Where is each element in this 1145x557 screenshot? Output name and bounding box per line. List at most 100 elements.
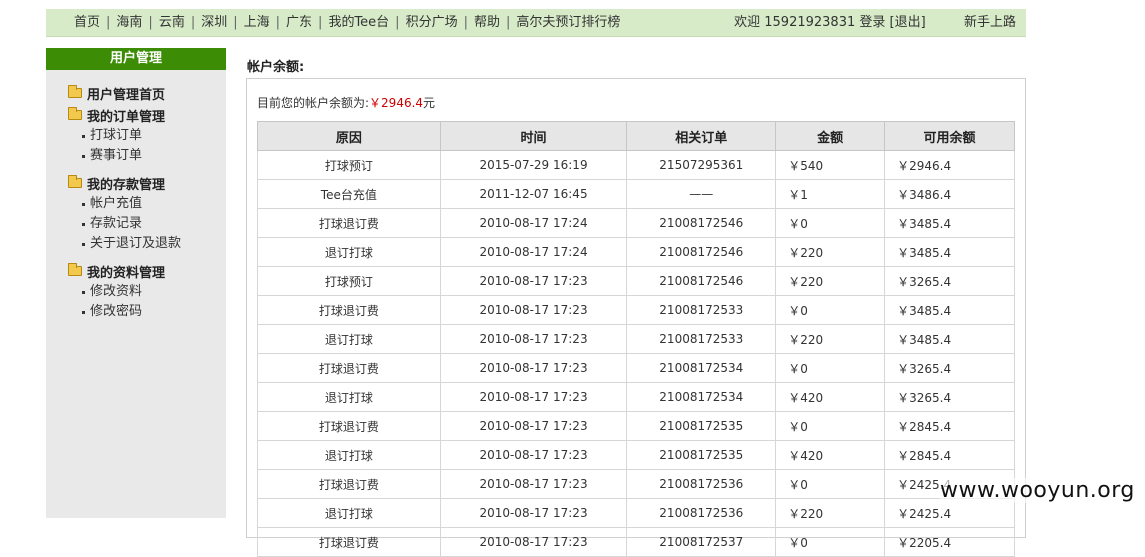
table-row: 打球退订费 2010-08-17 17:24 21008172546 ￥0 ￥3485.… xyxy=(257,208,1015,238)
cell-reason: 打球退订费 xyxy=(257,295,441,325)
sidebar-title: 用户管理 xyxy=(46,48,226,70)
cell-available: ￥2205.4 xyxy=(884,527,1015,557)
sidebar-item-profile[interactable]: 我的资料管理 xyxy=(68,260,226,282)
folder-icon xyxy=(68,107,82,120)
nav-yunnan[interactable]: 云南 xyxy=(159,15,185,30)
cell-time: 2010-08-17 17:24 xyxy=(439,208,628,238)
cell-order: 21008172546 xyxy=(626,237,777,267)
table-row: 打球退订费 2010-08-17 17:23 21008172535 ￥0 ￥2845.… xyxy=(257,411,1015,441)
cell-reason: 退订打球 xyxy=(257,324,441,354)
sidebar-group-profile: 我的资料管理 修改资料 修改密码 xyxy=(68,260,226,322)
cell-reason: 退订打球 xyxy=(257,440,441,470)
sidebar-item-recharge[interactable]: 帐户充值 xyxy=(68,194,226,214)
table-row: 退订打球 2010-08-17 17:23 21008172535 ￥420 ￥2845… xyxy=(257,440,1015,470)
nav-golf-ranking[interactable]: 高尔夫预订排行榜 xyxy=(516,15,620,30)
cell-order: 21008172534 xyxy=(626,382,777,412)
table-row: 退订打球 2010-08-17 17:23 21008172534 ￥420 ￥3265… xyxy=(257,382,1015,412)
table-row: 打球退订费 2010-08-17 17:23 21008172536 ￥0 ￥2425.… xyxy=(257,469,1015,499)
cell-order: 21008172546 xyxy=(626,208,777,238)
cell-time: 2010-08-17 17:23 xyxy=(439,382,628,412)
column-header-order: 相关订单 xyxy=(626,121,777,151)
table-row: 打球退订费 2010-08-17 17:23 21008172534 ￥0 ￥3265.… xyxy=(257,353,1015,383)
cell-amount: ￥0 xyxy=(775,295,886,325)
logout-link[interactable]: [退出] xyxy=(890,15,926,30)
cell-amount: ￥220 xyxy=(775,266,886,296)
newbie-guide-link[interactable]: 新手上路 xyxy=(964,15,1016,30)
cell-reason: Tee台充值 xyxy=(257,179,441,209)
table-row: 打球预订 2015-07-29 16:19 21507295361 ￥540 ￥2946… xyxy=(257,150,1015,180)
table-row: 打球预订 2010-08-17 17:23 21008172546 ￥220 ￥3265… xyxy=(257,266,1015,296)
sidebar-item-event-orders[interactable]: 赛事订单 xyxy=(68,146,226,166)
column-header-reason: 原因 xyxy=(257,121,441,151)
sidebar-item-refund-info[interactable]: 关于退订及退款 xyxy=(68,234,226,254)
sidebar-item-edit-profile[interactable]: 修改资料 xyxy=(68,282,226,302)
balance-summary: 目前您的帐户余额为:￥2946.4元 xyxy=(257,94,435,111)
cell-reason: 退订打球 xyxy=(257,382,441,412)
table-row: Tee台充值 2011-12-07 16:45 —— ￥1 ￥3486.4 xyxy=(257,179,1015,209)
sidebar-item-user-home[interactable]: 用户管理首页 xyxy=(68,82,226,104)
cell-reason: 打球退订费 xyxy=(257,208,441,238)
column-header-amount: 金额 xyxy=(775,121,886,151)
cell-amount: ￥0 xyxy=(775,208,886,238)
table-row: 退订打球 2010-08-17 17:24 21008172546 ￥220 ￥3485… xyxy=(257,237,1015,267)
sidebar-item-change-password[interactable]: 修改密码 xyxy=(68,302,226,322)
cell-available: ￥3485.4 xyxy=(884,324,1015,354)
cell-available: ￥3265.4 xyxy=(884,266,1015,296)
nav-my-tee[interactable]: 我的Tee台 xyxy=(328,15,389,30)
cell-reason: 打球预订 xyxy=(257,266,441,296)
cell-time: 2010-08-17 17:23 xyxy=(439,295,628,325)
nav-shanghai[interactable]: 上海 xyxy=(244,15,270,30)
balance-unit: 元 xyxy=(423,96,436,110)
balance-records-table: 原因 时间 相关订单 金额 可用余额 打球预订 2015-07-29 16:19 2… xyxy=(257,121,1015,557)
page-title: 帐户余额: xyxy=(247,60,305,75)
cell-time: 2010-08-17 17:23 xyxy=(439,469,628,499)
sidebar-item-deposit-records[interactable]: 存款记录 xyxy=(68,214,226,234)
cell-amount: ￥0 xyxy=(775,353,886,383)
cell-available: ￥3485.4 xyxy=(884,295,1015,325)
cell-time: 2010-08-17 17:23 xyxy=(439,353,628,383)
nav-guangdong[interactable]: 广东 xyxy=(286,15,312,30)
balance-prefix: 目前您的帐户余额为: xyxy=(257,96,370,110)
cell-order: 21008172536 xyxy=(626,469,777,499)
login-link[interactable]: 登录 xyxy=(859,15,885,30)
cell-reason: 打球预订 xyxy=(257,150,441,180)
nav-home[interactable]: 首页 xyxy=(74,15,100,30)
table-body: 打球预订 2015-07-29 16:19 21507295361 ￥540 ￥2946… xyxy=(257,150,1015,557)
cell-amount: ￥540 xyxy=(775,150,886,180)
cell-order: 21008172535 xyxy=(626,440,777,470)
nav-points-plaza[interactable]: 积分广场 xyxy=(406,15,458,30)
cell-order: 21008172536 xyxy=(626,498,777,528)
folder-icon xyxy=(68,263,82,276)
cell-order: 21008172535 xyxy=(626,411,777,441)
nav-shenzhen[interactable]: 深圳 xyxy=(201,15,227,30)
cell-available: ￥2845.4 xyxy=(884,411,1015,441)
column-header-available: 可用余额 xyxy=(884,121,1015,151)
cell-time: 2010-08-17 17:23 xyxy=(439,440,628,470)
cell-available: ￥3485.4 xyxy=(884,208,1015,238)
sidebar-item-orders[interactable]: 我的订单管理 xyxy=(68,104,226,126)
nav-help[interactable]: 帮助 xyxy=(474,15,500,30)
sidebar-group-deposits: 我的存款管理 帐户充值 存款记录 关于退订及退款 xyxy=(68,172,226,254)
cell-order: 21008172533 xyxy=(626,295,777,325)
cell-amount: ￥0 xyxy=(775,411,886,441)
nav-hainan[interactable]: 海南 xyxy=(116,15,142,30)
sidebar-group-orders: 我的订单管理 打球订单 赛事订单 xyxy=(68,104,226,166)
cell-order: 21008172537 xyxy=(626,527,777,557)
nav-links: 首页 | 海南 | 云南 | 深圳 | 上海 | 广东 | 我的Tee台 | 积分广场 | 帮助 | 高尔夫预订排行… xyxy=(74,15,621,30)
sidebar-item-deposits[interactable]: 我的存款管理 xyxy=(68,172,226,194)
cell-available: ￥3265.4 xyxy=(884,353,1015,383)
cell-reason: 退订打球 xyxy=(257,498,441,528)
cell-amount: ￥0 xyxy=(775,527,886,557)
table-row: 打球退订费 2010-08-17 17:23 21008172537 ￥0 ￥2205.… xyxy=(257,527,1015,557)
nav-user-area: 欢迎 15921923831 登录 [退出] 新手上路 xyxy=(734,9,1016,37)
sidebar-item-golf-orders[interactable]: 打球订单 xyxy=(68,126,226,146)
cell-time: 2010-08-17 17:23 xyxy=(439,266,628,296)
table-row: 退订打球 2010-08-17 17:23 21008172533 ￥220 ￥3485… xyxy=(257,324,1015,354)
cell-time: 2010-08-17 17:23 xyxy=(439,324,628,354)
sidebar-group-home: 用户管理首页 xyxy=(68,82,226,104)
cell-amount: ￥420 xyxy=(775,440,886,470)
cell-order: 21008172533 xyxy=(626,324,777,354)
cell-time: 2010-08-17 17:23 xyxy=(439,411,628,441)
cell-available: ￥3265.4 xyxy=(884,382,1015,412)
cell-available: ￥2946.4 xyxy=(884,150,1015,180)
